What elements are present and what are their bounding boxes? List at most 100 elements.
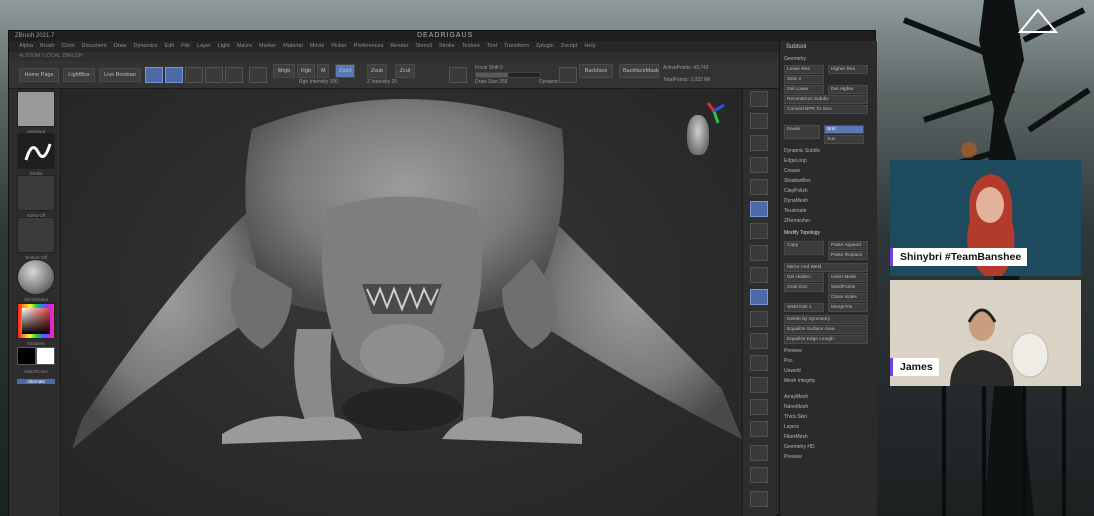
menu-item[interactable]: Color: [61, 41, 74, 52]
layers-header[interactable]: Layers: [784, 423, 799, 432]
bpr-render-icon[interactable]: [750, 91, 768, 107]
grab-doc-button[interactable]: Grab Doc: [784, 283, 824, 292]
material-thumbnail[interactable]: [17, 259, 55, 295]
menu-item[interactable]: File: [181, 41, 190, 52]
unweld-header[interactable]: Unweld: [784, 367, 801, 376]
secondary-color-swatch[interactable]: [36, 347, 55, 365]
viewport-canvas[interactable]: [62, 89, 742, 516]
menu-item[interactable]: Stroke: [439, 41, 455, 52]
convert-bpr-button[interactable]: Convert BPR To Geo: [784, 105, 868, 114]
divide-button[interactable]: Divide: [784, 125, 820, 139]
alpha-thumbnail[interactable]: [17, 175, 55, 211]
del-lower-button[interactable]: Del Lower: [784, 85, 824, 94]
geometry-hd-header[interactable]: Geometry HD: [784, 443, 815, 452]
move-mode-icon[interactable]: [185, 67, 203, 83]
menu-item[interactable]: Texture: [462, 41, 480, 52]
texture-thumbnail[interactable]: [17, 217, 55, 253]
smt-toggle[interactable]: Smt: [824, 125, 864, 134]
symmetry-icon[interactable]: [559, 67, 577, 83]
crease-header[interactable]: Crease: [784, 167, 800, 176]
thick-skin-header[interactable]: Thick Skin: [784, 413, 807, 422]
focal-shift-slider[interactable]: [475, 72, 541, 78]
home-page-button[interactable]: Home Page: [19, 68, 59, 82]
delete-by-symmetry-button[interactable]: Delete by Symmetry: [784, 315, 868, 324]
dynamic-subdiv-header[interactable]: Dynamic Subdiv: [784, 147, 820, 156]
preview-footer-header[interactable]: Preview: [784, 453, 802, 462]
axis-gizmo-icon[interactable]: [704, 97, 728, 127]
spix-icon[interactable]: [750, 113, 768, 129]
scroll-icon[interactable]: [750, 135, 768, 151]
menu-item[interactable]: Zscript: [561, 41, 578, 52]
menu-item[interactable]: Render: [390, 41, 408, 52]
menu-item[interactable]: Document: [82, 41, 107, 52]
menu-item[interactable]: Transform: [504, 41, 529, 52]
claypolish-header[interactable]: ClayPolish: [784, 187, 808, 196]
brush-thumbnail[interactable]: [17, 91, 55, 127]
menu-item[interactable]: Dynamics: [134, 41, 158, 52]
menu-item[interactable]: Macro: [237, 41, 252, 52]
zoom-icon[interactable]: [750, 157, 768, 173]
ghost-icon[interactable]: [750, 491, 768, 507]
lightbox-button[interactable]: LightBox: [63, 68, 95, 82]
tessimate-header[interactable]: Tessimate: [784, 207, 807, 216]
pos-header[interactable]: Pos: [784, 357, 793, 366]
zadd-button[interactable]: Zadd: [335, 64, 355, 78]
edgeloop-header[interactable]: EdgeLoop: [784, 157, 807, 166]
menu-item[interactable]: Zplugin: [536, 41, 554, 52]
zremesher-header[interactable]: ZRemesher: [784, 217, 810, 226]
menu-item[interactable]: Preferences: [354, 41, 384, 52]
dynamesh-header[interactable]: DynaMesh: [784, 197, 808, 206]
stroke-thumbnail[interactable]: [17, 133, 55, 169]
suv-toggle[interactable]: Suv: [824, 135, 864, 144]
material-sphere-icon[interactable]: [249, 67, 267, 83]
rgb-intensity-label[interactable]: Rgb Intensity 100: [299, 79, 338, 85]
menu-item[interactable]: Movie: [310, 41, 325, 52]
equalize-edge-button[interactable]: Equalize Edge Length: [784, 335, 868, 344]
weld-dist-slider[interactable]: Weld Dist 1: [784, 303, 824, 312]
perspective-icon[interactable]: [750, 201, 768, 217]
frame-icon[interactable]: [750, 289, 768, 305]
insert-mesh-button[interactable]: Insert Mesh: [828, 273, 868, 282]
copy-button[interactable]: Copy: [784, 241, 824, 255]
mrgb-button[interactable]: Mrgb: [273, 64, 295, 78]
menu-item[interactable]: Picker: [331, 41, 346, 52]
del-higher-button[interactable]: Del Higher: [828, 85, 868, 94]
sdiv-slider[interactable]: SDiv 2: [784, 75, 824, 84]
menu-item[interactable]: Stencil: [415, 41, 432, 52]
gyro-icon[interactable]: [449, 67, 467, 83]
floor-icon[interactable]: [750, 223, 768, 239]
arraymesh-header[interactable]: ArrayMesh: [784, 393, 808, 402]
higher-res-button[interactable]: Higher Res: [828, 65, 868, 74]
solo-icon[interactable]: [750, 421, 768, 437]
dynamic-label[interactable]: Dynamic: [539, 79, 558, 85]
draw-size-label[interactable]: Draw Size 256: [475, 79, 508, 85]
geometry-header[interactable]: Geometry: [784, 55, 806, 64]
reconstruct-subdiv-button[interactable]: Reconstruct Subdiv: [784, 95, 868, 104]
menu-item[interactable]: Tool: [487, 41, 497, 52]
equalize-surface-button[interactable]: Equalize Surface Area: [784, 325, 868, 334]
menu-item[interactable]: Light: [218, 41, 230, 52]
menu-item[interactable]: Brush: [40, 41, 54, 52]
actual-size-icon[interactable]: [750, 179, 768, 195]
zoom-view-icon[interactable]: [750, 333, 768, 349]
z-intensity-label[interactable]: Z Intensity 25: [367, 79, 397, 85]
backface-button[interactable]: Backface: [579, 64, 613, 78]
scale-mode-icon[interactable]: [205, 67, 223, 83]
paste-append-button[interactable]: Paste Append: [828, 241, 868, 250]
rgb-button[interactable]: Rgb: [297, 64, 315, 78]
menu-item[interactable]: Help: [584, 41, 595, 52]
menu-item[interactable]: Edit: [165, 41, 174, 52]
live-boolean-button[interactable]: Live Boolean: [99, 68, 141, 82]
xyz-icon[interactable]: [750, 267, 768, 283]
rotate-view-icon[interactable]: [750, 355, 768, 371]
menu-item[interactable]: Marker: [259, 41, 276, 52]
mesh-integrity-header[interactable]: Mesh Integrity: [784, 377, 815, 386]
lower-res-button[interactable]: Lower Res: [784, 65, 824, 74]
shadowbox-header[interactable]: ShadowBox: [784, 177, 811, 186]
transp-icon[interactable]: [750, 399, 768, 415]
menu-item[interactable]: Draw: [114, 41, 127, 52]
nanomesh-header[interactable]: NanoMesh: [784, 403, 808, 412]
color-square[interactable]: [22, 308, 50, 334]
local-icon[interactable]: [750, 245, 768, 261]
dynamic-view-icon[interactable]: [750, 445, 768, 461]
